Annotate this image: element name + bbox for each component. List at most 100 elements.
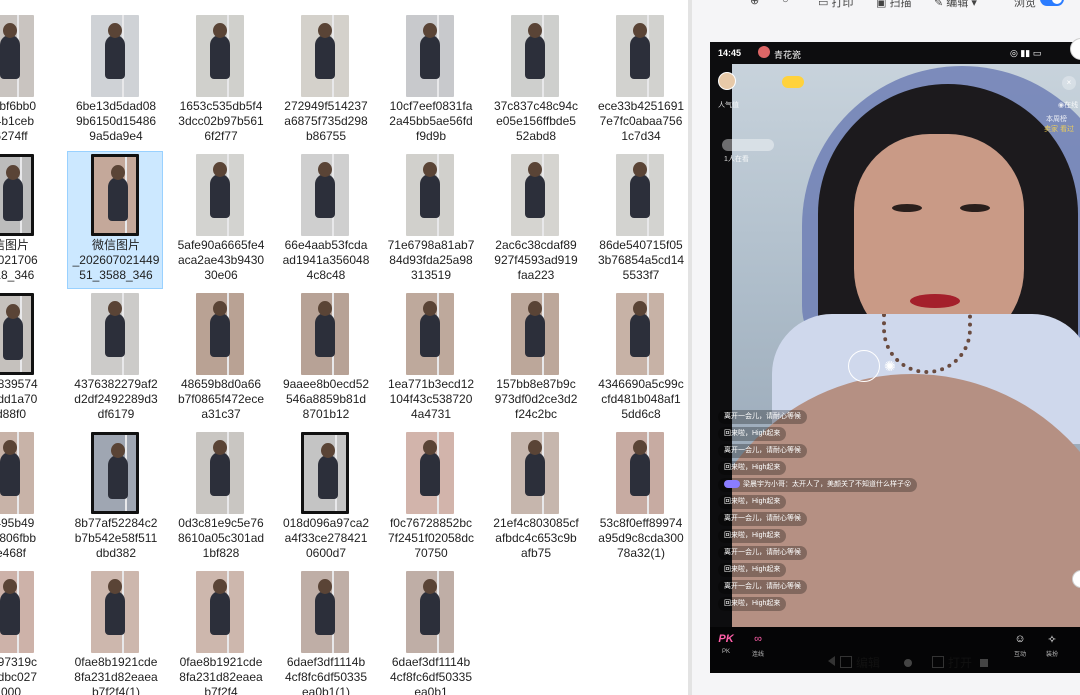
file-name: 0fae8b1921cde 8fa231d82eaea b7f2f4 [175, 655, 267, 695]
file-thumbnail [406, 293, 454, 375]
file-item[interactable]: 6be13d5dad08 9b6150d15486 9a5da9e4 [67, 12, 163, 150]
weekly-rank[interactable]: 本周榜 [1046, 114, 1067, 124]
thumbnail-figure [3, 177, 23, 221]
file-item[interactable]: 82bf6bb0b4b1ceb6274ff [0, 12, 58, 150]
file-item[interactable]: 4376382279af2 d2df2492289d3 df6179 [67, 290, 163, 428]
file-item[interactable]: 21ef4c803085cf afbdc4c653c9b afb75 [487, 429, 583, 567]
anchor-avatar[interactable] [718, 72, 736, 90]
file-name-line: 6274ff [0, 129, 28, 143]
edit-label: 编辑 [856, 656, 881, 670]
file-name: 21ef4c803085cf afbdc4c653c9b afb75 [490, 516, 582, 561]
file-name-line: pcdd1a70 [0, 392, 38, 406]
file-item[interactable]: 53c8f0eff89974 a95d9c8cda300 78a32(1) [592, 429, 688, 567]
file-item[interactable]: 272949f514237 a6875f735d298 b86755 [277, 12, 373, 150]
file-item[interactable]: 9495b4912806fbbe468f [0, 429, 58, 567]
file-item[interactable]: 6daef3df1114b 4cf8fc6df50335 ea0b1 [382, 568, 478, 695]
decor-icon[interactable]: ✧ [1042, 633, 1062, 646]
file-name: 6daef3df1114b 4cf8fc6df50335 ea0b1 [385, 655, 477, 695]
print-button[interactable]: ▭ 打印 [818, 0, 853, 10]
file-item[interactable]: f0c76728852bc 7f2451f02058dc 70750 [382, 429, 478, 567]
file-item[interactable]: a0839574pcdd1a70d88f0 [0, 290, 58, 428]
file-name-line: 21ef4c803085cf [493, 516, 579, 530]
chat-text: 回来啦，High起来 [724, 600, 781, 607]
file-name-line: 0fae8b1921cde [74, 655, 158, 669]
link-icon[interactable]: ∞ [748, 633, 768, 645]
file-name-line: 1bf828 [202, 546, 240, 560]
file-name-line: 8610a05c301ad [177, 531, 265, 545]
file-item[interactable]: 2ac6c38cdaf89 927f4593ad919 faa223 [487, 151, 583, 289]
file-thumbnail [91, 571, 139, 653]
thumbnail-head [318, 301, 332, 316]
file-name-line: 07021706 [0, 253, 38, 267]
thumbnail-figure [0, 452, 20, 496]
thumbnail-head [633, 23, 647, 38]
interact-icon[interactable]: ☺ [1010, 633, 1030, 645]
file-name: 53c8f0eff89974 a95d9c8cda300 78a32(1) [595, 516, 687, 561]
zoom-icon[interactable]: ⊕ [750, 0, 759, 10]
file-thumbnail [91, 15, 139, 97]
thumbnail-head [108, 301, 122, 316]
file-item[interactable]: 71e6798a81ab7 84d93fda25a98 313519 [382, 151, 478, 289]
status-time: 14:45 [718, 48, 742, 58]
thumbnail-figure [318, 455, 338, 499]
thumbnail-head [528, 23, 542, 38]
file-item[interactable]: 157bb8e87b9c 973df0d2ce3d2 f24c2bc [487, 290, 583, 428]
chat-text: 离开一会儿，请耐心等候 [724, 583, 801, 590]
thumbnail-head [318, 23, 332, 38]
file-name-line: 313519 [410, 268, 452, 282]
viewer-count-note: 1人在看 [724, 156, 749, 163]
file-name-line: c1dbc027 [0, 670, 38, 684]
file-name-line: 4c8c48 [306, 268, 346, 282]
stop-icon[interactable] [980, 659, 988, 667]
chat-text: 梁晨宇为小哥：太开人了，美颜关了不知道什么样子😮 [743, 481, 912, 488]
chat-message: 回来啦，High起来 [718, 427, 787, 441]
file-name-line: 53c8f0eff89974 [599, 516, 683, 530]
file-item[interactable]: ece33b4251691 7e7fc0abaa756 1c7d34 [592, 12, 688, 150]
file-item[interactable]: 微信图片 _202607021449 51_3588_346 [67, 151, 163, 289]
file-item[interactable]: 48659b8d0a66 b7f0865f472ece a31c37 [172, 290, 268, 428]
file-name-line: e05e156ffbde5 [496, 114, 576, 128]
file-item[interactable]: 0d3c81e9c5e76 8610a05c301ad 1bf828 [172, 429, 268, 567]
search-icon[interactable]: ○ [782, 0, 789, 10]
thumbnail-head [423, 301, 437, 316]
file-item[interactable]: 86de540715f05 3b76854a5cd14 5533f7 [592, 151, 688, 289]
thumbnail-figure [630, 452, 650, 496]
file-name: 10cf7eef0831fa 2a45bb5ae56fd f9d9b [385, 99, 477, 144]
file-item[interactable]: 37c837c48c94c e05e156ffbde5 52abd8 [487, 12, 583, 150]
file-item[interactable]: 1ea771b3ecd12 104f43c538720 4a4731 [382, 290, 478, 428]
file-item[interactable]: 1653c535db5f4 3dcc02b97b561 6f2f77 [172, 12, 268, 150]
prev-arrow-icon[interactable] [828, 656, 835, 666]
thumbnail-figure [525, 174, 545, 218]
close-icon[interactable]: × [1062, 76, 1076, 90]
file-name-line: f9d9b [415, 129, 447, 143]
file-item[interactable]: 0fae8b1921cde 8fa231d82eaea b7f2f4(1) [67, 568, 163, 695]
thumbnail-figure [525, 313, 545, 357]
file-item[interactable]: 10cf7eef0831fa 2a45bb5ae56fd f9d9b [382, 12, 478, 150]
live-bottom-bar: PK PK ∞ 连线 ☺ 互动 ✧ 装扮 [710, 627, 1080, 673]
browse-toggle[interactable] [1040, 0, 1064, 6]
file-name-line: 0fae8b1921cde [179, 655, 263, 669]
file-item[interactable]: 信图片07021706518_346 [0, 151, 58, 289]
thumbnail-head [423, 162, 437, 177]
file-item[interactable]: 9aaee8b0ecd52 546a8859b81d 8701b12 [277, 290, 373, 428]
file-item[interactable]: 4346690a5c99c cfd481b048af1 5dd6c8 [592, 290, 688, 428]
follow-button[interactable] [782, 76, 804, 88]
file-item[interactable]: 5afe90a6665fe4 aca2ae43b9430 30e06 [172, 151, 268, 289]
open-button[interactable]: 打开 [932, 653, 972, 673]
file-item[interactable]: 6daef3df1114b 4cf8fc6df50335 ea0b1(1) [277, 568, 373, 695]
edit-button[interactable]: 编辑 [840, 653, 880, 673]
file-name: 信图片07021706518_346 [0, 238, 57, 283]
file-name-line: 71e6798a81ab7 [387, 238, 475, 252]
thumbnail-head [321, 443, 335, 458]
chat-message: 离开一会儿，请耐心等候 [718, 580, 807, 594]
file-item[interactable]: 8b77af52284c2 b7b542e58f511 dbd382 [67, 429, 163, 567]
file-name-line: ece33b4251691 [597, 99, 685, 113]
pk-button[interactable]: PK [716, 633, 736, 645]
scan-button[interactable]: ▣ 扫描 [876, 0, 911, 10]
file-item[interactable]: 0fae8b1921cde 8fa231d82eaea b7f2f4 [172, 568, 268, 695]
file-item[interactable]: 018d096a97ca2 a4f33ce278421 0600d7 [277, 429, 373, 567]
file-item[interactable]: 0c97319cc1dbc027000 [0, 568, 58, 695]
chat-text: 回来啦，High起来 [724, 532, 781, 539]
edit-menu-button[interactable]: ✎ 编辑 ▾ [934, 0, 977, 10]
file-item[interactable]: 66e4aab53fcda ad1941a356048 4c8c48 [277, 151, 373, 289]
